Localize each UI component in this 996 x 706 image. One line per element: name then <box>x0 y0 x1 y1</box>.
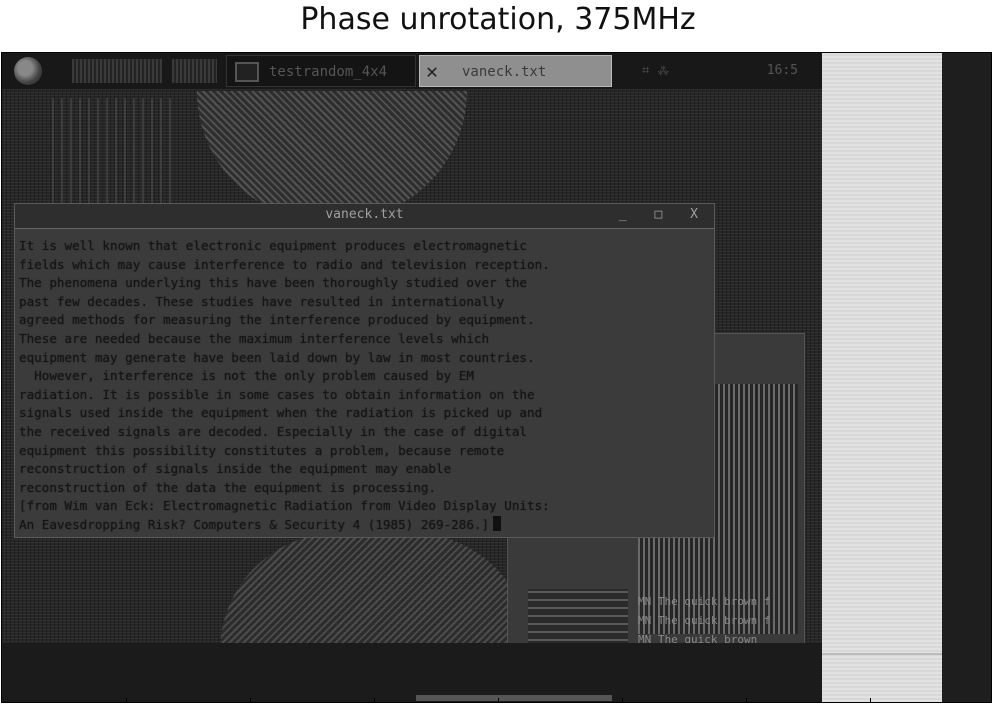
text-cursor <box>493 515 502 531</box>
editor-titlebar[interactable]: vaneck.txt _ □ X <box>15 204 714 229</box>
taskbar-item-editor[interactable]: ✕ vaneck.txt <box>419 55 612 87</box>
text-line: MN The quick brown f <box>638 614 771 627</box>
taskbar-item-terminal[interactable]: testrandom_4x4 <box>226 55 416 87</box>
x-tick <box>374 698 375 702</box>
terminal-icon <box>235 62 259 82</box>
text-line: reconstruction of the data the equipment… <box>19 479 437 495</box>
quicklaunch-terminal-icon[interactable] <box>172 59 217 83</box>
text-line: radiation. It is possible in some cases … <box>19 386 535 402</box>
image-axes: testrandom_4x4 ✕ vaneck.txt ⌗ ⁂ 16:5 MN … <box>1 52 992 703</box>
bottom-panel <box>2 643 822 702</box>
text-line: An Eavesdropping Risk? Computers & Secur… <box>19 516 490 532</box>
editor-title: vaneck.txt <box>325 207 404 222</box>
x-tick <box>498 698 499 702</box>
system-tray: ⌗ ⁂ 16:5 <box>642 59 812 83</box>
x-tick <box>250 698 251 702</box>
network-icon[interactable]: ⌗ ⁂ <box>642 63 669 78</box>
text-line: The phenomena underlying this have been … <box>19 275 527 291</box>
text-line: However, interference is not the only pr… <box>19 368 474 384</box>
background-window-text: MN The quick brown f MN The quick brown … <box>638 592 804 649</box>
x-tick <box>746 698 747 702</box>
text-line: [from Wim van Eck: Electromagnetic Radia… <box>19 498 550 514</box>
taskbar: testrandom_4x4 ✕ vaneck.txt ⌗ ⁂ 16:5 <box>2 53 822 90</box>
text-line-last: An Eavesdropping Risk? Computers & Secur… <box>19 515 710 533</box>
text-line: reconstruction of signals inside the equ… <box>19 461 452 477</box>
os-logo-icon[interactable] <box>14 57 42 85</box>
text-line: It is well known that electronic equipme… <box>19 238 527 253</box>
text-line: equipment this possibility constitutes a… <box>19 442 505 458</box>
clock: 16:5 <box>766 63 798 78</box>
text-line: agreed methods for measuring the interfe… <box>19 312 535 328</box>
text-line: equipment may generate have been laid do… <box>19 349 535 365</box>
stripe-edge <box>822 653 942 655</box>
text-line: These are needed because the maximum int… <box>19 330 490 346</box>
quicklaunch-icons[interactable] <box>72 59 162 83</box>
x-tick <box>126 698 127 702</box>
bottom-highlight <box>416 695 612 701</box>
text-line: signals used inside the equipment when t… <box>19 405 543 421</box>
bright-stripe-region <box>822 53 942 702</box>
window-controls[interactable]: _ □ X <box>619 207 708 222</box>
figure-title: Phase unrotation, 375MHz <box>300 2 696 37</box>
text-line: past few decades. These studies have res… <box>19 293 505 309</box>
text-line: MN The quick brown f <box>638 595 771 608</box>
taskbar-item-label: testrandom_4x4 <box>269 64 388 80</box>
taskbar-item-label: vaneck.txt <box>462 64 547 80</box>
text-line: fields which may cause interference to r… <box>19 256 550 272</box>
text-editor-icon: ✕ <box>426 59 439 83</box>
dark-edge-region <box>942 53 991 702</box>
editor-text-area[interactable]: It is well known that electronic equipme… <box>19 237 710 533</box>
x-tick <box>622 698 623 702</box>
text-line: the received signals are decoded. Especi… <box>19 423 527 439</box>
x-tick <box>870 698 871 702</box>
editor-window[interactable]: vaneck.txt _ □ X It is well known that e… <box>14 203 715 538</box>
